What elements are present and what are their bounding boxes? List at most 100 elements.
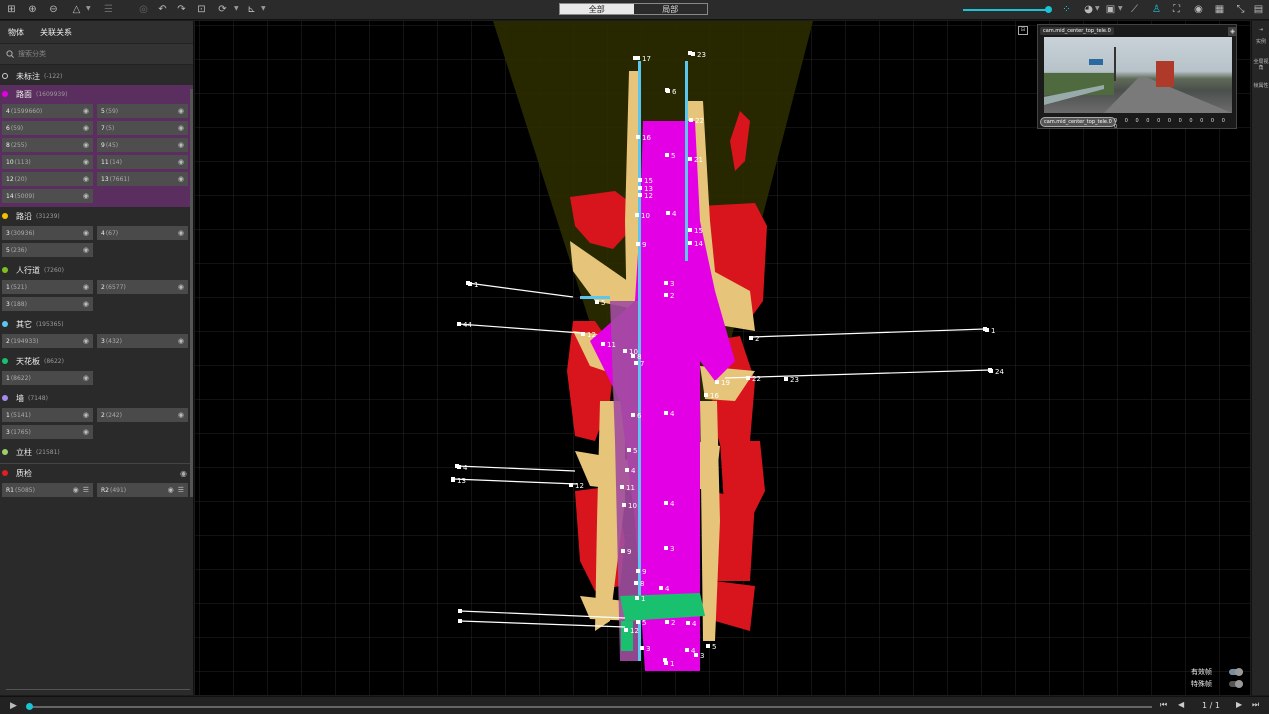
lane-point-marker[interactable] <box>666 89 670 93</box>
rotate-icon[interactable]: ⟳ <box>216 3 229 16</box>
category-search[interactable]: 搜索分类 <box>0 43 193 65</box>
instance-icon[interactable]: ⇥ <box>1253 27 1269 33</box>
lane-label[interactable]: 2 <box>671 619 675 627</box>
eye-icon[interactable]: ◉ <box>178 411 184 419</box>
lane-point-marker[interactable] <box>688 241 692 245</box>
lane-point-marker[interactable] <box>691 52 695 56</box>
lane-label[interactable]: 9 <box>642 241 646 249</box>
layers-icon[interactable]: ☰ <box>102 3 115 16</box>
timeline-track[interactable] <box>28 706 1152 708</box>
lane-label[interactable]: 21 <box>694 156 703 164</box>
lane-point-marker[interactable] <box>665 153 669 157</box>
eye-icon[interactable]: ◉ <box>178 141 184 149</box>
lane-label[interactable]: 5 <box>601 299 605 307</box>
eye-icon[interactable]: ◉ <box>178 124 184 132</box>
lane-point-marker[interactable] <box>636 242 640 246</box>
prev-frame-icon[interactable]: ◀ <box>1178 700 1184 709</box>
shape-icon[interactable]: △ <box>70 3 83 16</box>
skip-forward-icon[interactable]: ⏭ <box>1252 700 1259 710</box>
fit-icon[interactable]: ⊡ <box>195 3 208 16</box>
category-header[interactable]: 立柱 (21581) <box>0 443 193 461</box>
lane-label[interactable]: 23 <box>697 51 706 59</box>
undo-icon[interactable]: ↶ <box>156 3 169 16</box>
display-icon[interactable]: ▣ <box>1104 3 1117 16</box>
next-frame-icon[interactable]: ▶ <box>1236 700 1242 709</box>
lane-label[interactable]: 8 <box>640 580 644 588</box>
lane-label[interactable]: 14 <box>694 240 703 248</box>
lane-point-marker[interactable] <box>688 157 692 161</box>
qa-chip[interactable]: R1 (5085) ◉ ☰ <box>2 483 93 497</box>
instance-chip[interactable]: 2 (194933) ◉ <box>2 334 93 348</box>
lane-point-marker[interactable] <box>666 211 670 215</box>
eye-icon[interactable]: ◉ <box>83 300 89 308</box>
lane-point-marker[interactable] <box>622 503 626 507</box>
lane-point-marker[interactable] <box>689 118 693 122</box>
instance-chip[interactable]: 8 (255) ◉ <box>2 138 93 152</box>
skip-back-icon[interactable]: ⏮ <box>1160 700 1167 710</box>
eye-icon[interactable]: ◉ <box>83 428 89 436</box>
eye-icon[interactable]: ◉ <box>180 469 187 478</box>
chevron-down-icon[interactable]: ▼ <box>1118 5 1123 12</box>
lane-point-marker[interactable] <box>686 621 690 625</box>
lane-point-marker[interactable] <box>457 322 461 326</box>
eye-icon[interactable]: ◉ <box>83 411 89 419</box>
lane-label[interactable]: 5 <box>642 619 646 627</box>
lane-point-marker[interactable] <box>784 377 788 381</box>
lane-label[interactable]: 6 <box>637 412 642 420</box>
category-unlabeled[interactable]: 未标注 (-122) <box>0 67 193 85</box>
shrink-icon[interactable]: ⤡ <box>1234 3 1247 16</box>
chevron-down-icon[interactable]: ▼ <box>234 5 239 12</box>
lane-label[interactable]: 15 <box>694 227 703 235</box>
lane-point-marker[interactable] <box>636 620 640 624</box>
view-all-tab[interactable]: 全部 <box>560 4 634 14</box>
lane-point-marker[interactable] <box>623 349 627 353</box>
lane-point-marker[interactable] <box>688 228 692 232</box>
instance-chip[interactable]: 14 (5009) ◉ <box>2 189 93 203</box>
lane-point-marker[interactable] <box>636 135 640 139</box>
lane-point-marker[interactable] <box>457 465 461 469</box>
instance-chip[interactable]: 7 (5) ◉ <box>97 121 188 135</box>
eye-icon[interactable]: ◉ <box>83 229 89 237</box>
lane-label[interactable]: 13 <box>457 477 466 485</box>
lane-label[interactable]: 19 <box>721 379 730 387</box>
slider-handle[interactable] <box>1045 6 1052 13</box>
category-qa[interactable]: 质检 ◉ <box>0 464 193 482</box>
lane-label[interactable]: 3 <box>670 545 674 553</box>
lane-label[interactable]: 24 <box>995 368 1004 376</box>
search-input[interactable]: 搜索分类 <box>18 49 46 59</box>
instance-chip[interactable]: 2 (242) ◉ <box>97 408 188 422</box>
lane-point-marker[interactable] <box>638 193 642 197</box>
lane-label[interactable]: 7 <box>640 360 644 368</box>
lane-point-marker[interactable] <box>694 653 698 657</box>
play-icon[interactable]: ▶ <box>10 701 17 711</box>
lane-point-marker[interactable] <box>634 361 638 365</box>
lane-point-marker[interactable] <box>704 393 708 397</box>
lane-label[interactable]: 9 <box>627 548 631 556</box>
qa-chip[interactable]: R2 (491) ◉ ☰ <box>97 483 188 497</box>
lane-point-marker[interactable] <box>636 56 640 60</box>
lane-point-marker[interactable] <box>620 485 624 489</box>
lane-label[interactable]: 5 <box>633 447 637 455</box>
instance-chip[interactable]: 3 (432) ◉ <box>97 334 188 348</box>
lane-point-marker[interactable] <box>664 281 668 285</box>
category-header[interactable]: 墙 (7148) <box>0 389 193 407</box>
lane-point-marker[interactable] <box>625 468 629 472</box>
lane-point-marker[interactable] <box>635 213 639 217</box>
lane-point-marker[interactable] <box>621 549 625 553</box>
category-header[interactable]: 其它 (195365) <box>0 315 193 333</box>
eye-icon[interactable]: ◉ <box>178 283 184 291</box>
lane-point-marker[interactable] <box>638 186 642 190</box>
lane-label[interactable]: 10 <box>628 502 637 510</box>
lane-label[interactable]: 4 <box>670 410 675 418</box>
remove-icon[interactable]: ⊖ <box>47 3 60 16</box>
lane-point-marker[interactable] <box>715 380 719 384</box>
lane-point-marker[interactable] <box>468 282 472 286</box>
lane-label[interactable]: 5 <box>712 643 716 651</box>
points-icon[interactable]: ⁘ <box>1060 3 1073 16</box>
tab-relations[interactable]: 关联关系 <box>40 27 72 38</box>
lane-point-marker[interactable] <box>640 646 644 650</box>
calendar-icon[interactable]: ▦ <box>1213 3 1226 16</box>
lane-label[interactable]: 12 <box>575 482 584 490</box>
instance-chip[interactable]: 12 (20) ◉ <box>2 172 93 186</box>
instance-chip[interactable]: 1 (8622) ◉ <box>2 371 93 385</box>
